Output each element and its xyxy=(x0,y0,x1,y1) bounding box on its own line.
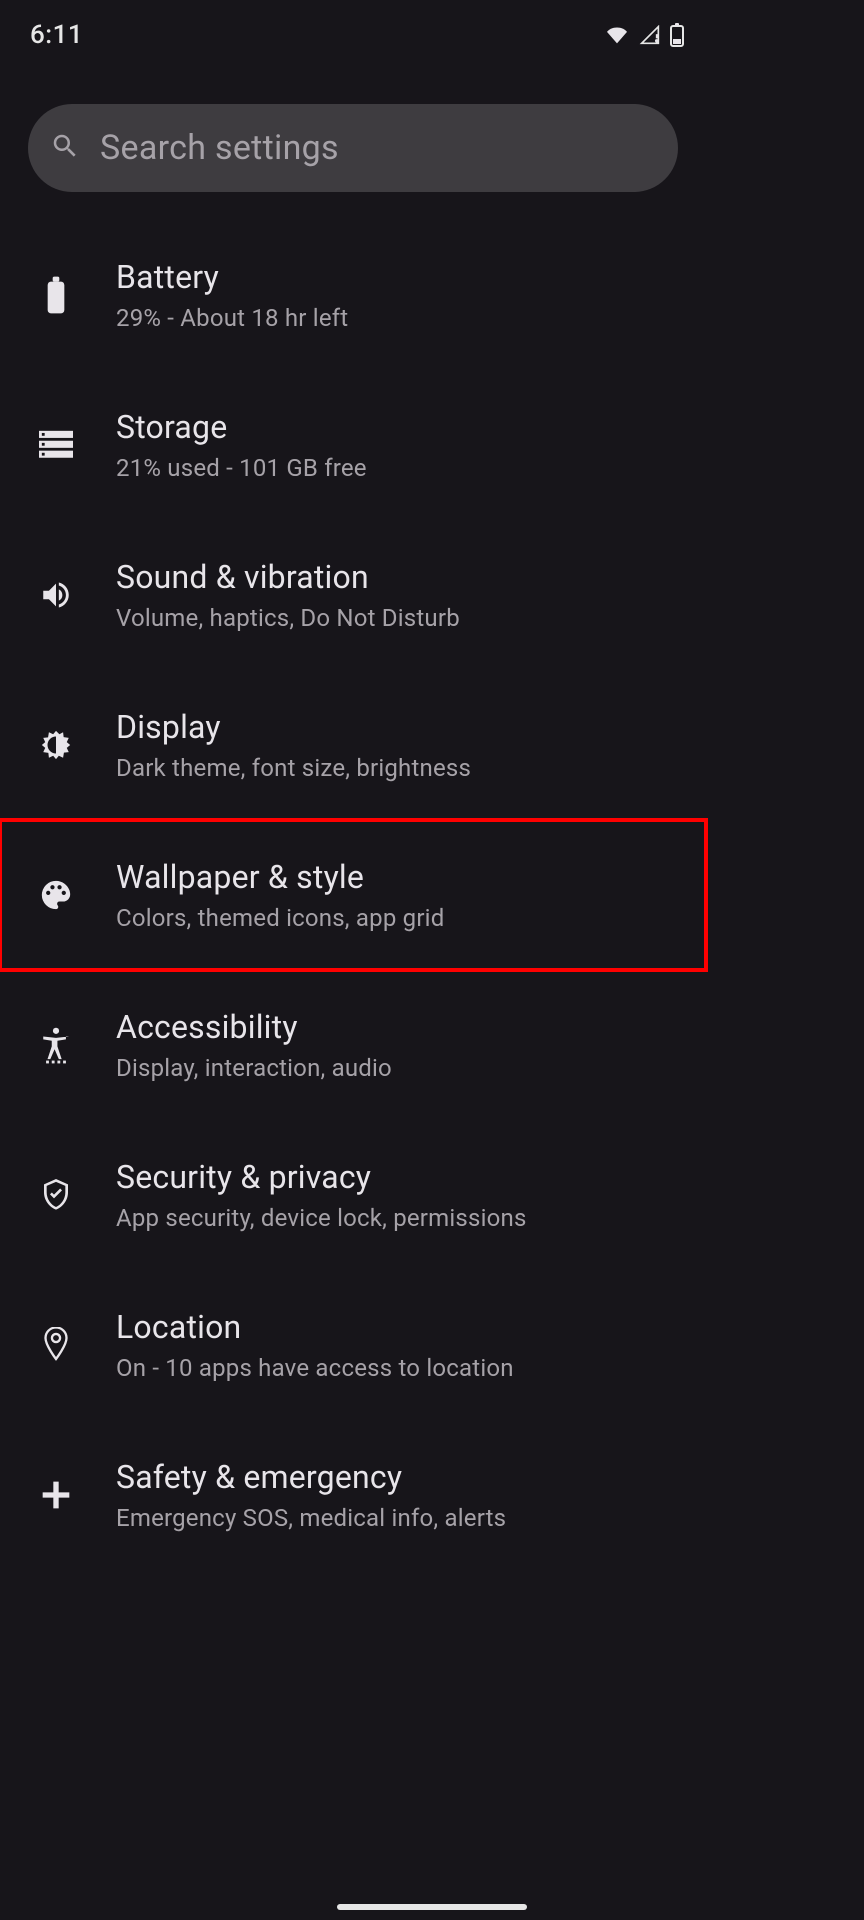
settings-item-subtitle: Dark theme, font size, brightness xyxy=(116,754,471,782)
settings-item-title: Location xyxy=(116,1308,514,1346)
settings-item-subtitle: 21% used - 101 GB free xyxy=(116,454,367,482)
accessibility-icon xyxy=(24,1026,88,1064)
signal-icon xyxy=(638,25,662,45)
settings-item-location[interactable]: Location On - 10 apps have access to loca… xyxy=(0,1270,706,1420)
battery-icon xyxy=(24,275,88,315)
settings-item-text: Sound & vibration Volume, haptics, Do Not… xyxy=(116,558,460,632)
settings-item-title: Battery xyxy=(116,258,348,296)
search-icon xyxy=(50,131,80,165)
settings-item-text: Wallpaper & style Colors, themed icons, a… xyxy=(116,858,444,932)
security-icon xyxy=(24,1177,88,1213)
settings-item-security-privacy[interactable]: Security & privacy App security, device l… xyxy=(0,1120,706,1270)
settings-item-text: Safety & emergency Emergency SOS, medical… xyxy=(116,1458,506,1532)
settings-item-storage[interactable]: Storage 21% used - 101 GB free xyxy=(0,370,706,520)
settings-item-subtitle: Emergency SOS, medical info, alerts xyxy=(116,1504,506,1532)
settings-item-accessibility[interactable]: Accessibility Display, interaction, audio xyxy=(0,970,706,1120)
statusbar-time: 6:11 xyxy=(30,20,83,50)
settings-item-text: Security & privacy App security, device l… xyxy=(116,1158,527,1232)
settings-item-text: Accessibility Display, interaction, audio xyxy=(116,1008,392,1082)
settings-item-title: Safety & emergency xyxy=(116,1458,506,1496)
settings-item-text: Display Dark theme, font size, brightness xyxy=(116,708,471,782)
settings-item-wallpaper-style[interactable]: Wallpaper & style Colors, themed icons, a… xyxy=(0,820,706,970)
search-settings[interactable]: Search settings xyxy=(28,104,678,192)
settings-item-title: Wallpaper & style xyxy=(116,858,444,896)
location-icon xyxy=(24,1327,88,1363)
settings-item-subtitle: Colors, themed icons, app grid xyxy=(116,904,444,932)
nav-handle[interactable] xyxy=(337,1904,527,1910)
statusbar: 6:11 xyxy=(0,0,706,70)
settings-item-subtitle: Volume, haptics, Do Not Disturb xyxy=(116,604,460,632)
statusbar-right xyxy=(604,23,684,47)
settings-item-title: Security & privacy xyxy=(116,1158,527,1196)
battery-status-icon xyxy=(670,23,684,47)
palette-icon xyxy=(24,878,88,912)
storage-icon xyxy=(24,430,88,460)
settings-item-safety-emergency[interactable]: Safety & emergency Emergency SOS, medical… xyxy=(0,1420,706,1570)
settings-item-subtitle: 29% - About 18 hr left xyxy=(116,304,348,332)
settings-item-subtitle: App security, device lock, permissions xyxy=(116,1204,527,1232)
settings-item-display[interactable]: Display Dark theme, font size, brightness xyxy=(0,670,706,820)
settings-item-title: Storage xyxy=(116,408,367,446)
settings-item-title: Display xyxy=(116,708,471,746)
settings-item-text: Location On - 10 apps have access to loca… xyxy=(116,1308,514,1382)
settings-item-sound-vibration[interactable]: Sound & vibration Volume, haptics, Do Not… xyxy=(0,520,706,670)
settings-item-text: Storage 21% used - 101 GB free xyxy=(116,408,367,482)
settings-list: Battery 29% - About 18 hr left Storage 21% … xyxy=(0,192,706,1570)
sound-icon xyxy=(24,578,88,612)
settings-item-subtitle: On - 10 apps have access to location xyxy=(116,1354,514,1382)
display-icon xyxy=(24,728,88,762)
settings-item-battery[interactable]: Battery 29% - About 18 hr left xyxy=(0,220,706,370)
settings-item-subtitle: Display, interaction, audio xyxy=(116,1054,392,1082)
settings-item-text: Battery 29% - About 18 hr left xyxy=(116,258,348,332)
settings-item-title: Sound & vibration xyxy=(116,558,460,596)
search-placeholder: Search settings xyxy=(100,128,339,168)
settings-item-title: Accessibility xyxy=(116,1008,392,1046)
safety-icon xyxy=(24,1479,88,1511)
wifi-icon xyxy=(604,25,630,45)
